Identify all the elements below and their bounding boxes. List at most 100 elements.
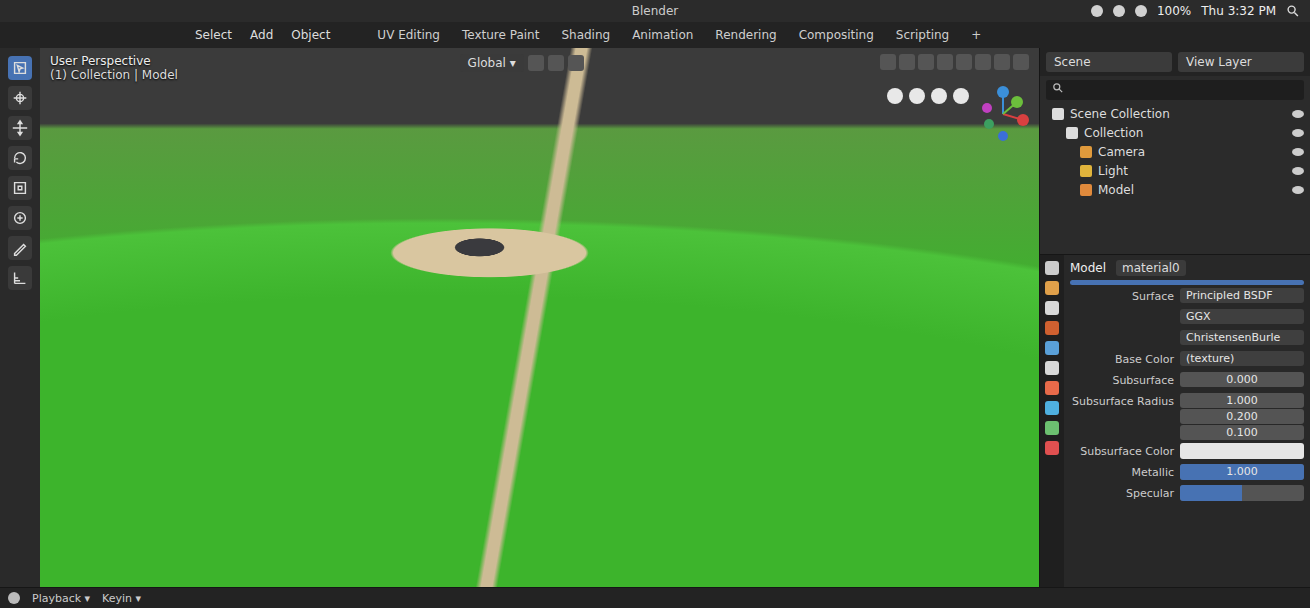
properties-tab-icon[interactable] xyxy=(1045,281,1059,295)
xray-icon[interactable] xyxy=(937,54,953,70)
collection-icon xyxy=(1066,127,1078,139)
properties-tabs xyxy=(1040,255,1064,587)
material-name[interactable]: material0 xyxy=(1116,260,1186,276)
timeline-menu[interactable]: Keyin ▾ xyxy=(102,592,141,605)
app-status-icon[interactable] xyxy=(1091,5,1103,17)
dropdown[interactable]: GGX xyxy=(1180,309,1304,324)
workspace-tab[interactable]: Rendering xyxy=(705,24,786,46)
vector-component[interactable]: 0.200 xyxy=(1180,409,1304,424)
properties-editor: Modelmaterial0 SurfacePrincipled BSDF GGX C… xyxy=(1040,254,1310,587)
select-box-icon[interactable] xyxy=(8,56,32,80)
properties-header: Modelmaterial0 xyxy=(1070,259,1304,277)
workspace-tab[interactable]: Scripting xyxy=(886,24,959,46)
proportional-icon[interactable] xyxy=(568,55,584,71)
search-icon[interactable] xyxy=(1286,4,1300,18)
viewport[interactable]: User Perspective(1) Collection | Model Gl… xyxy=(40,48,1039,587)
properties-tab-icon[interactable] xyxy=(1045,341,1059,355)
material-shading-icon[interactable] xyxy=(994,54,1010,70)
gizmo-icon[interactable] xyxy=(899,54,915,70)
viewport-shading-bar xyxy=(880,54,1029,70)
outliner-item[interactable]: Light xyxy=(1046,162,1304,180)
camera-icon xyxy=(1080,146,1092,158)
color-swatch[interactable] xyxy=(1180,443,1304,459)
wifi-icon[interactable] xyxy=(1135,5,1147,17)
clock[interactable]: Thu 3:32 PM xyxy=(1201,4,1276,18)
visibility-icon[interactable] xyxy=(1292,186,1304,194)
properties-tab-icon[interactable] xyxy=(1045,301,1059,315)
magnify-icon[interactable] xyxy=(953,88,969,104)
property-row: SurfacePrincipled BSDF xyxy=(1070,288,1304,306)
properties-tab-icon[interactable] xyxy=(1045,381,1059,395)
editor-type-icon[interactable] xyxy=(8,592,20,604)
vector-component[interactable]: 0.100 xyxy=(1180,425,1304,440)
light-icon xyxy=(1080,165,1092,177)
view-context: (1) Collection | Model xyxy=(50,68,178,82)
render-shading-icon[interactable] xyxy=(1013,54,1029,70)
orientation-dropdown[interactable]: Global ▾ xyxy=(460,54,524,72)
number-field[interactable]: 0.000 xyxy=(1180,372,1304,387)
timeline-menu[interactable]: Playback ▾ xyxy=(32,592,90,605)
slider[interactable] xyxy=(1180,485,1304,501)
workspace-tab[interactable]: UV Editing xyxy=(367,24,450,46)
camera-view-icon[interactable] xyxy=(931,88,947,104)
properties-tab-icon[interactable] xyxy=(1045,441,1059,455)
properties-tab-icon[interactable] xyxy=(1045,261,1059,275)
viewport-info: User Perspective(1) Collection | Model xyxy=(50,54,178,82)
cloud-icon[interactable] xyxy=(1113,5,1125,17)
zoom-icon[interactable] xyxy=(887,88,903,104)
move-icon[interactable] xyxy=(8,116,32,140)
rotate-icon[interactable] xyxy=(8,146,32,170)
visibility-icon[interactable] xyxy=(1292,167,1304,175)
add-workspace-button[interactable]: + xyxy=(961,24,991,46)
scale-icon[interactable] xyxy=(8,176,32,200)
properties-tab-icon[interactable] xyxy=(1045,401,1059,415)
window-title: Blender xyxy=(440,4,870,18)
tool-bar xyxy=(0,48,40,587)
snap-icon[interactable] xyxy=(548,55,564,71)
view-icon[interactable] xyxy=(880,54,896,70)
solid-shading-icon[interactable] xyxy=(975,54,991,70)
axis-gizmo-icon[interactable] xyxy=(973,84,1033,144)
property-row: Subsurface Color xyxy=(1070,443,1304,461)
vector-field: 1.0000.2000.100 xyxy=(1180,393,1304,440)
pan-icon[interactable] xyxy=(909,88,925,104)
outliner-item[interactable]: Camera xyxy=(1046,143,1304,161)
properties-tab-icon[interactable] xyxy=(1045,321,1059,335)
outliner-item[interactable]: Collection xyxy=(1046,124,1304,142)
outliner-search[interactable] xyxy=(1046,80,1304,100)
view-layer-field[interactable]: View Layer xyxy=(1178,52,1304,72)
link-field[interactable]: (texture) xyxy=(1180,351,1304,366)
properties-tab-icon[interactable] xyxy=(1045,361,1059,375)
material-slot-bar[interactable] xyxy=(1070,280,1304,285)
pivot-icon[interactable] xyxy=(528,55,544,71)
menu-item[interactable]: Add xyxy=(243,25,280,45)
vector-component[interactable]: 1.000 xyxy=(1180,393,1304,408)
battery-level[interactable]: 100% xyxy=(1157,4,1191,18)
annotate-icon[interactable] xyxy=(8,236,32,260)
outliner-item[interactable]: Model xyxy=(1046,181,1304,199)
menu-item[interactable]: Select xyxy=(188,25,239,45)
scene-field[interactable]: Scene xyxy=(1046,52,1172,72)
outliner-item[interactable]: Scene Collection xyxy=(1046,105,1304,123)
properties-tab-icon[interactable] xyxy=(1045,421,1059,435)
dropdown[interactable]: ChristensenBurle xyxy=(1180,330,1304,345)
menu-item[interactable]: Object xyxy=(284,25,337,45)
workspace-tab[interactable]: Texture Paint xyxy=(452,24,549,46)
cursor-icon[interactable] xyxy=(8,86,32,110)
dropdown[interactable]: Principled BSDF xyxy=(1180,288,1304,303)
property-row: Metallic1.000 xyxy=(1070,464,1304,482)
visibility-icon[interactable] xyxy=(1292,110,1304,118)
measure-icon[interactable] xyxy=(8,266,32,290)
visibility-icon[interactable] xyxy=(1292,129,1304,137)
workspace-tab[interactable]: Shading xyxy=(551,24,620,46)
view-mode: User Perspective xyxy=(50,54,178,68)
wire-shading-icon[interactable] xyxy=(956,54,972,70)
slider[interactable]: 1.000 xyxy=(1180,464,1304,480)
transform-icon[interactable] xyxy=(8,206,32,230)
overlay-icon[interactable] xyxy=(918,54,934,70)
visibility-icon[interactable] xyxy=(1292,148,1304,156)
workspace-tab[interactable]: Compositing xyxy=(789,24,884,46)
viewport-render xyxy=(40,48,1039,587)
property-row: Subsurface0.000 xyxy=(1070,372,1304,390)
workspace-tab[interactable]: Animation xyxy=(622,24,703,46)
